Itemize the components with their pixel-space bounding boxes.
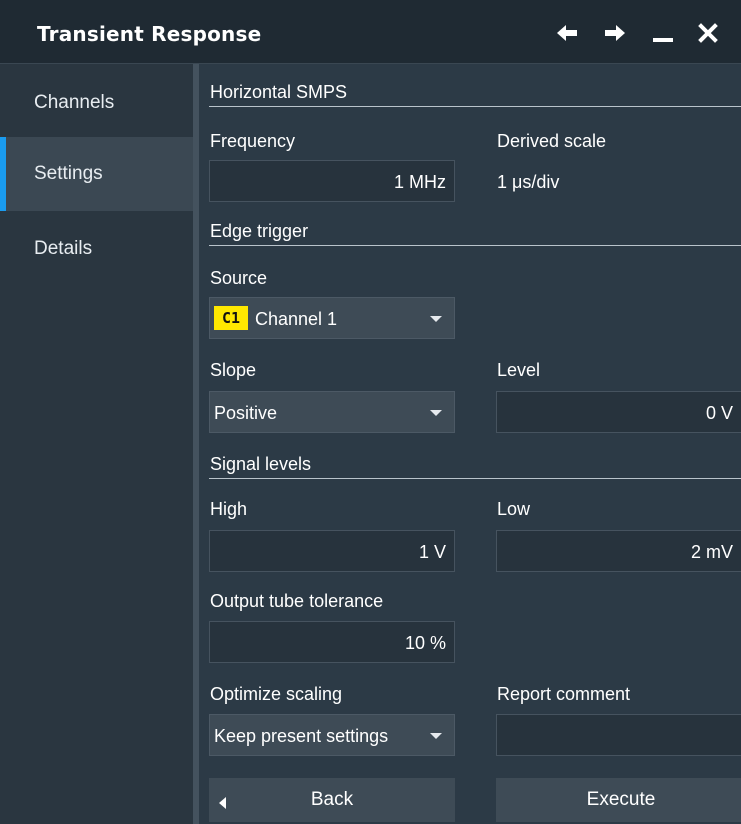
chevron-down-icon — [430, 316, 442, 322]
sidebar-item-label: Details — [34, 238, 93, 259]
tolerance-value: 10 % — [404, 633, 446, 653]
section-title: Signal levels — [210, 454, 312, 474]
source-dropdown[interactable]: C1 Channel 1 — [209, 297, 455, 339]
execute-button[interactable]: Execute — [496, 778, 741, 822]
sidebar-item-label: Channels — [34, 92, 115, 113]
optimize-scaling-dropdown[interactable]: Keep present settings — [209, 714, 455, 756]
level-label: Level — [497, 360, 541, 380]
section-title: Edge trigger — [210, 221, 309, 241]
section-edge-trigger: Edge trigger — [209, 215, 741, 246]
optimize-scaling-label: Optimize scaling — [210, 684, 343, 704]
frequency-field[interactable]: 1 MHz — [209, 160, 455, 202]
report-comment-field[interactable] — [496, 714, 741, 756]
arrow-right-icon[interactable] — [600, 18, 630, 48]
back-arrow-icon — [219, 793, 227, 815]
back-button-label: Back — [310, 789, 354, 810]
slope-value: Positive — [214, 403, 278, 423]
sidebar-item-settings[interactable]: Settings — [0, 137, 193, 211]
derived-scale-value: 1 μs/div — [497, 172, 560, 192]
section-horizontal: Horizontal SMPS — [209, 76, 741, 107]
high-field[interactable]: 1 V — [209, 530, 455, 572]
sidebar-item-label: Settings — [34, 163, 103, 184]
tolerance-field[interactable]: 10 % — [209, 621, 455, 663]
section-signal-levels: Signal levels — [209, 448, 741, 479]
section-title: Horizontal SMPS — [210, 82, 348, 102]
source-value: Channel 1 — [255, 309, 338, 329]
low-label: Low — [497, 499, 531, 519]
high-value: 1 V — [418, 542, 446, 562]
frequency-label: Frequency — [210, 131, 296, 151]
chevron-down-icon — [430, 733, 442, 739]
chevron-down-icon — [430, 410, 442, 416]
arrow-left-icon[interactable] — [552, 18, 582, 48]
minimize-icon[interactable] — [648, 18, 678, 48]
window-title: Transient Response — [37, 22, 262, 46]
sidebar-item-details[interactable]: Details — [0, 212, 193, 286]
level-value: 0 V — [705, 403, 733, 423]
slope-dropdown[interactable]: Positive — [209, 391, 455, 433]
optimize-scaling-value: Keep present settings — [214, 726, 389, 746]
level-field[interactable]: 0 V — [496, 391, 741, 433]
back-button[interactable]: Back — [209, 778, 455, 822]
low-field[interactable]: 2 mV — [496, 530, 741, 572]
settings-panel: Horizontal SMPS Frequency 1 MHz Derived … — [199, 64, 741, 824]
channel-badge: C1 — [214, 306, 248, 330]
report-comment-label: Report comment — [497, 684, 631, 704]
execute-button-label: Execute — [586, 789, 656, 810]
tolerance-label: Output tube tolerance — [210, 591, 384, 611]
sidebar: Channels Settings Details — [0, 64, 193, 824]
derived-scale-label: Derived scale — [497, 131, 607, 151]
low-value: 2 mV — [690, 542, 733, 562]
slope-label: Slope — [210, 360, 257, 380]
close-icon[interactable] — [693, 18, 723, 48]
frequency-value: 1 MHz — [393, 172, 446, 192]
sidebar-item-channels[interactable]: Channels — [0, 66, 193, 140]
title-bar: Transient Response — [0, 0, 741, 64]
source-label: Source — [210, 268, 268, 288]
high-label: High — [210, 499, 248, 519]
